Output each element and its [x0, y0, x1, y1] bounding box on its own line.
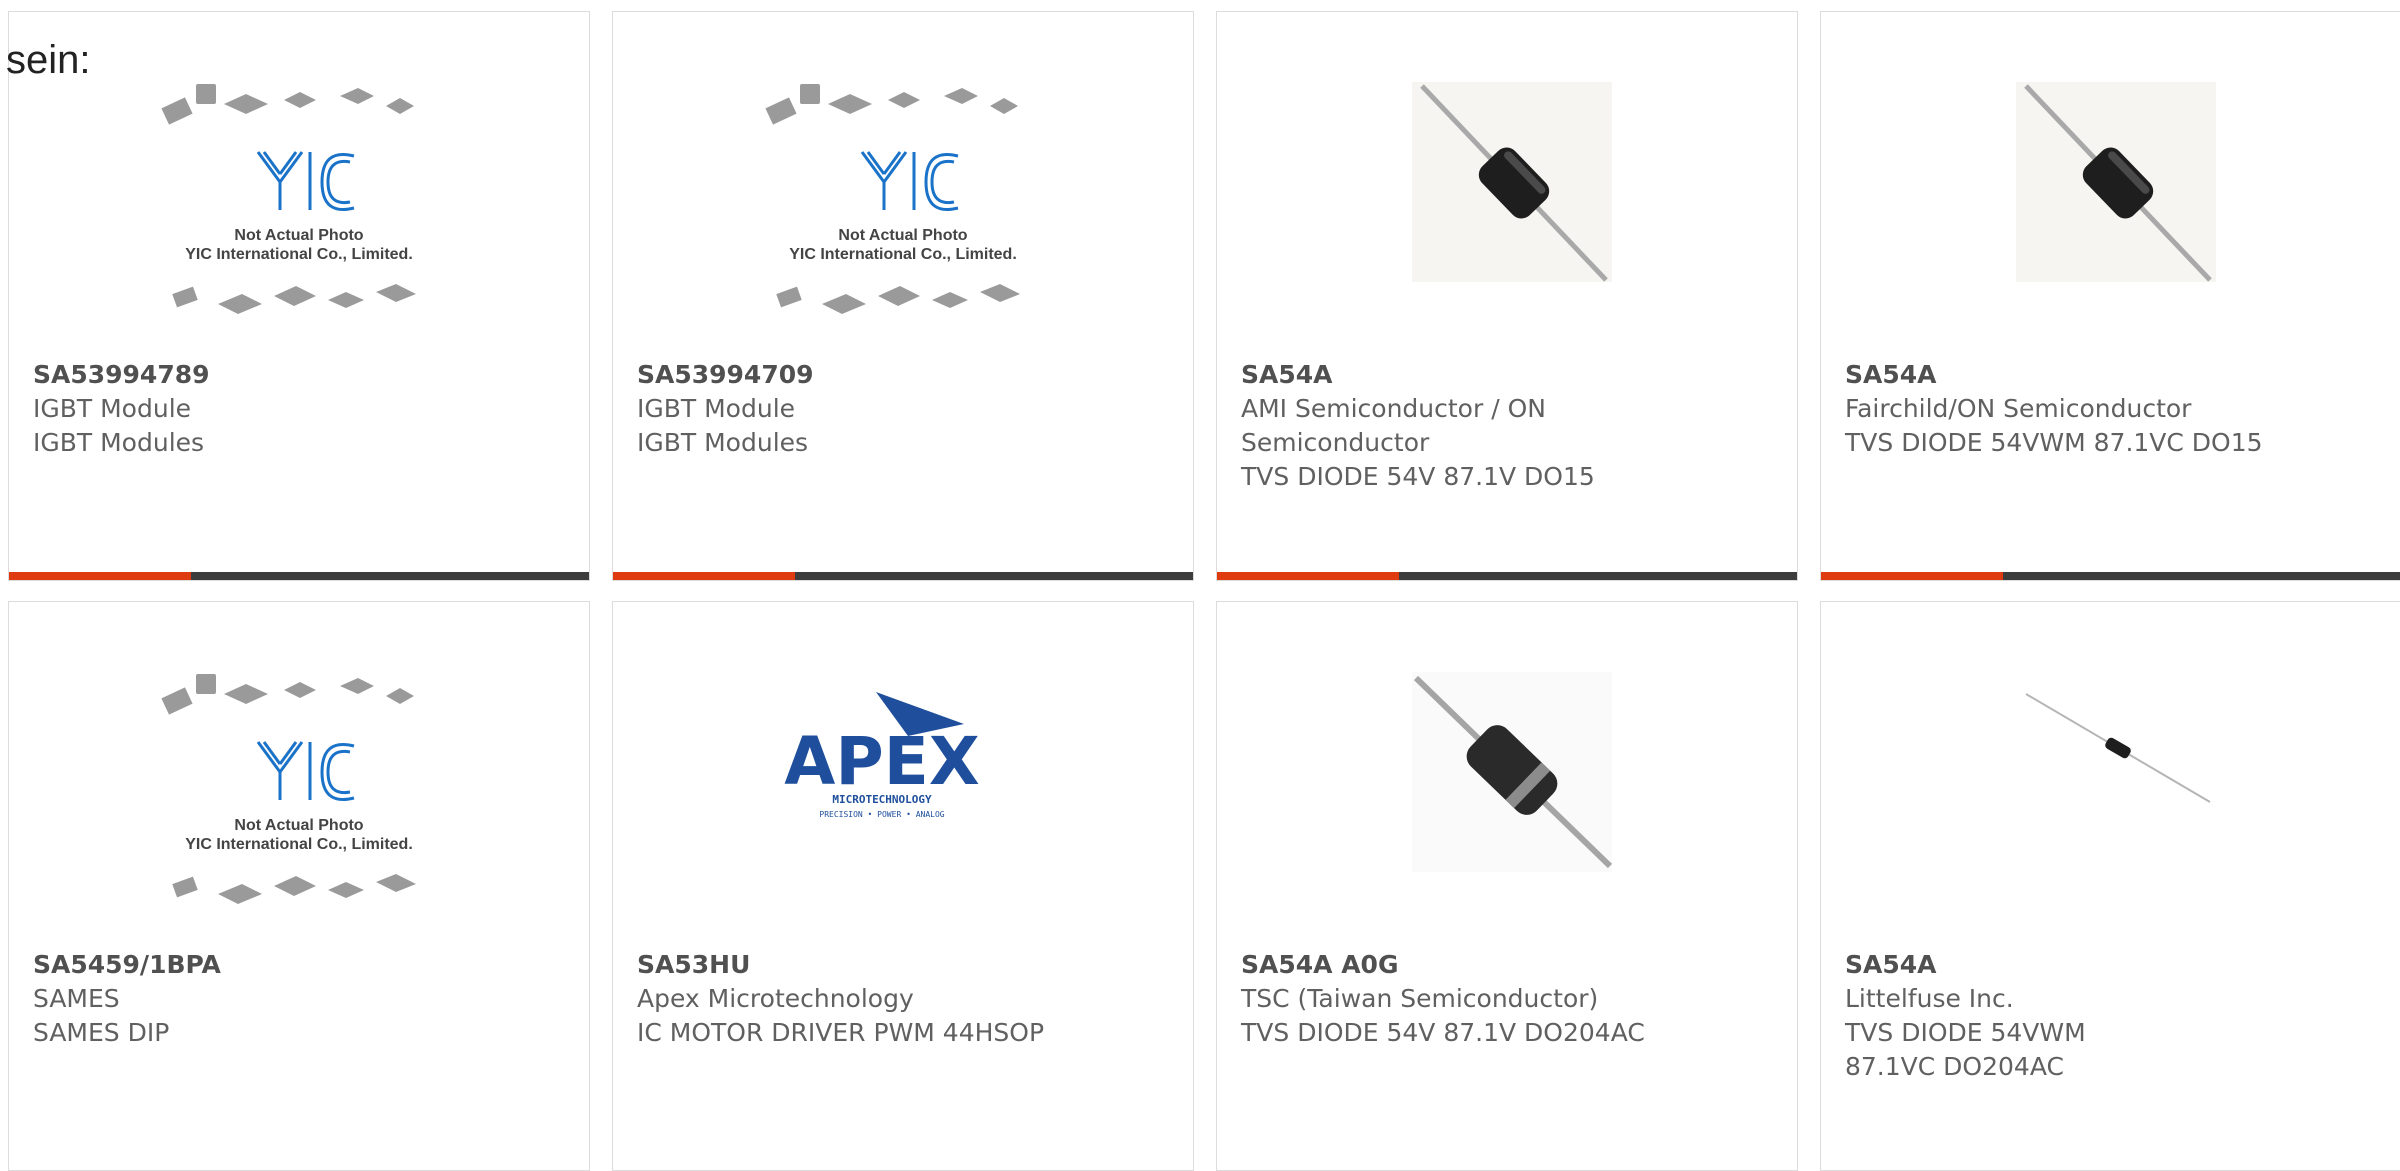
manufacturer: Littelfuse Inc. — [1845, 984, 2014, 1013]
manufacturer: Fairchild/ON Semiconductor — [1845, 394, 2192, 423]
yic-placeholder-icon: Not Actual Photo YIC International Co., … — [154, 82, 444, 362]
apex-wordmark: APEX — [784, 723, 979, 800]
product-text: SA54A Littelfuse Inc. TVS DIODE 54VWM 87… — [1845, 948, 2381, 1084]
product-card[interactable]: Not Actual Photo YIC International Co., … — [612, 11, 1194, 581]
axial-diode-icon — [1966, 82, 2256, 362]
yic-caption-1: Not Actual Photo — [234, 227, 363, 244]
description: IGBT Modules — [637, 428, 809, 457]
product-text: SA53994789 IGBT Module IGBT Modules — [33, 358, 569, 460]
part-number[interactable]: SA53994709 — [637, 358, 1173, 392]
manufacturer: TSC (Taiwan Semiconductor) — [1241, 984, 1599, 1013]
product-card[interactable]: Not Actual Photo YIC International Co., … — [8, 601, 590, 1171]
part-number[interactable]: SA53994789 — [33, 358, 569, 392]
yic-caption-1: Not Actual Photo — [838, 227, 967, 244]
card-accent-bar — [1217, 572, 1399, 580]
description: TVS DIODE 54V 87.1V DO204AC — [1241, 1018, 1645, 1047]
card-accent-bar — [613, 572, 795, 580]
part-number[interactable]: SA53HU — [637, 948, 1173, 982]
manufacturer: IGBT Module — [33, 394, 192, 423]
yic-caption-1: Not Actual Photo — [234, 817, 363, 834]
card-bottom-bar — [1217, 572, 1797, 580]
product-text: SA54A AMI Semiconductor / ON Semiconduct… — [1241, 358, 1777, 494]
small-axial-diode-icon — [1966, 672, 2256, 952]
manufacturer: Apex Microtechnology — [637, 984, 914, 1013]
part-number[interactable]: SA54A — [1241, 358, 1777, 392]
card-bottom-bar — [9, 572, 589, 580]
product-text: SA54A Fairchild/ON Semiconductor TVS DIO… — [1845, 358, 2381, 460]
product-card[interactable]: SA54A AMI Semiconductor / ON Semiconduct… — [1216, 11, 1798, 581]
product-text: SA53994709 IGBT Module IGBT Modules — [637, 358, 1173, 460]
manufacturer: IGBT Module — [637, 394, 796, 423]
part-number[interactable]: SA54A A0G — [1241, 948, 1777, 982]
part-number[interactable]: SA54A — [1845, 358, 2381, 392]
yic-placeholder-icon: Not Actual Photo YIC International Co., … — [154, 672, 444, 952]
product-card[interactable]: Not Actual Photo YIC International Co., … — [8, 11, 590, 581]
product-card[interactable]: SA54A Littelfuse Inc. TVS DIODE 54VWM 87… — [1820, 601, 2400, 1171]
axial-diode-icon — [1362, 672, 1652, 952]
apex-tagline: PRECISION • POWER • ANALOG — [819, 810, 944, 819]
part-number[interactable]: SA5459/1BPA — [33, 948, 569, 982]
description: SAMES DIP — [33, 1018, 170, 1047]
yic-placeholder-icon: Not Actual Photo YIC International Co., … — [758, 82, 1048, 362]
description: TVS DIODE 54VWM 87.1VC DO204AC — [1845, 1018, 2086, 1081]
product-text: SA53HU Apex Microtechnology IC MOTOR DRI… — [637, 948, 1173, 1050]
product-card[interactable]: SA54A Fairchild/ON Semiconductor TVS DIO… — [1820, 11, 2400, 581]
page-text-fragment: sein: — [6, 38, 91, 82]
description: TVS DIODE 54V 87.1V DO15 — [1241, 462, 1595, 491]
description: TVS DIODE 54VWM 87.1VC DO15 — [1845, 428, 2263, 457]
product-text: SA5459/1BPA SAMES SAMES DIP — [33, 948, 569, 1050]
yic-caption-2: YIC International Co., Limited. — [789, 246, 1017, 263]
manufacturer: SAMES — [33, 984, 120, 1013]
description: IC MOTOR DRIVER PWM 44HSOP — [637, 1018, 1045, 1047]
part-number[interactable]: SA54A — [1845, 948, 2381, 982]
description: IGBT Modules — [33, 428, 205, 457]
card-bottom-bar — [1821, 572, 2400, 580]
axial-diode-icon — [1362, 82, 1652, 362]
yic-caption-2: YIC International Co., Limited. — [185, 246, 413, 263]
apex-logo-icon: APEX MICROTECHNOLOGY PRECISION • POWER •… — [758, 672, 1048, 952]
manufacturer: AMI Semiconductor / ON Semiconductor — [1241, 394, 1546, 457]
product-text: SA54A A0G TSC (Taiwan Semiconductor) TVS… — [1241, 948, 1777, 1050]
card-accent-bar — [9, 572, 191, 580]
apex-subtitle: MICROTECHNOLOGY — [832, 793, 932, 806]
card-accent-bar — [1821, 572, 2003, 580]
card-bottom-bar — [613, 572, 1193, 580]
product-card[interactable]: APEX MICROTECHNOLOGY PRECISION • POWER •… — [612, 601, 1194, 1171]
product-card[interactable]: SA54A A0G TSC (Taiwan Semiconductor) TVS… — [1216, 601, 1798, 1171]
yic-caption-2: YIC International Co., Limited. — [185, 836, 413, 853]
